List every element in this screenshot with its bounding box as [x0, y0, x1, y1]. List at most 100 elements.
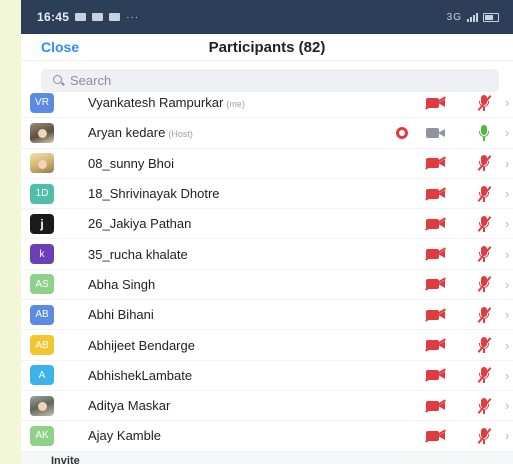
video-off-icon[interactable] [425, 247, 446, 261]
video-off-icon[interactable] [425, 368, 446, 382]
chevron-right-icon[interactable]: › [505, 368, 509, 383]
notification-icon [109, 13, 121, 21]
participant-row[interactable]: Aryan kedare (Host) › [21, 118, 513, 149]
chevron-right-icon[interactable]: › [505, 277, 509, 292]
mic-muted-icon[interactable] [476, 185, 492, 202]
participant-name-text: Abhijeet Bendarge [88, 337, 195, 353]
video-off-icon[interactable] [425, 338, 446, 352]
avatar [30, 153, 54, 174]
battery-icon [483, 12, 499, 22]
avatar: 1D [30, 183, 54, 204]
signal-icon [467, 12, 478, 22]
avatar: AB [30, 304, 54, 325]
search-icon [53, 75, 64, 86]
video-off-icon[interactable] [425, 429, 446, 443]
video-off-icon[interactable] [426, 127, 445, 138]
video-off-icon[interactable] [425, 398, 446, 413]
page-title: Participants (82) [208, 39, 326, 56]
participant-row[interactable]: AS Abha Singh › [21, 270, 513, 301]
participant-row[interactable]: A AbhishekLambate › [21, 361, 513, 391]
notification-icon [92, 13, 104, 21]
participant-name: 26_Jakiya Pathan [88, 216, 191, 231]
video-off-icon[interactable] [425, 308, 446, 322]
message-icon [75, 13, 87, 21]
avatar: j [30, 213, 54, 234]
chevron-right-icon[interactable]: › [505, 247, 509, 262]
video-off-icon[interactable] [425, 96, 446, 110]
chevron-right-icon[interactable]: › [505, 125, 509, 140]
chevron-right-icon[interactable]: › [505, 186, 509, 201]
chevron-right-icon[interactable]: › [505, 216, 509, 231]
participant-name-text: Abhi Bihani [88, 307, 154, 323]
mic-muted-icon[interactable] [476, 306, 492, 323]
avatar: VR [30, 92, 54, 113]
participant-name: Aditya Maskar [88, 398, 170, 413]
mic-muted-icon[interactable] [476, 215, 492, 232]
chevron-right-icon[interactable]: › [505, 156, 509, 171]
participant-name: Abhi Bihani [88, 307, 154, 322]
video-off-icon[interactable] [425, 186, 446, 201]
participant-name: Ajay Kamble [88, 428, 161, 443]
participant-row[interactable]: VR Vyankatesh Rampurkar (me) › [21, 88, 513, 119]
chevron-right-icon[interactable]: › [505, 428, 509, 443]
participant-name-text: Ajay Kamble [88, 428, 161, 444]
status-bar: 16:45 ··· 3G [21, 0, 513, 34]
participant-name-text: Vyankatesh Rampurkar [88, 95, 224, 111]
mic-muted-icon[interactable] [476, 246, 492, 263]
participant-row[interactable]: AK Ajay Kamble › [21, 421, 513, 452]
video-off-icon[interactable] [425, 156, 446, 170]
chevron-right-icon[interactable]: › [505, 307, 509, 322]
video-off-icon[interactable] [425, 277, 446, 292]
header-bar: Close Participants (82) [21, 34, 513, 61]
mic-muted-icon[interactable] [476, 94, 492, 111]
participant-name-text: 18_Shrivinayak Dhotre [88, 186, 220, 202]
participant-name: 35_rucha khalate [88, 247, 188, 262]
participant-row[interactable]: Aditya Maskar › [21, 391, 513, 422]
participant-role-tag: (me) [226, 99, 245, 110]
mic-muted-icon[interactable] [476, 427, 492, 444]
mic-on-icon[interactable] [476, 124, 492, 141]
mic-muted-icon[interactable] [476, 155, 492, 172]
mic-muted-icon[interactable] [476, 397, 492, 414]
participant-row[interactable]: AB Abhijeet Bendarge › [21, 330, 513, 361]
bottom-bar [21, 452, 513, 464]
participant-name-text: 08_sunny Bhoi [88, 155, 175, 171]
participant-name: AbhishekLambate [88, 368, 192, 383]
participant-row[interactable]: j 26_Jakiya Pathan › [21, 209, 513, 240]
participant-name: Abhijeet Bendarge [88, 338, 195, 353]
search-placeholder: Search [70, 73, 112, 88]
recording-icon [396, 126, 408, 139]
more-notifications: ··· [126, 11, 140, 23]
participant-name: Abha Singh [88, 277, 155, 292]
avatar: AB [30, 335, 54, 356]
participant-name: Aryan kedare (Host) [88, 125, 193, 140]
chevron-right-icon[interactable]: › [505, 338, 509, 353]
participant-row[interactable]: 1D 18_Shrivinayak Dhotre › [21, 179, 513, 210]
avatar: AS [30, 274, 54, 295]
participant-name-text: 35_rucha khalate [88, 246, 188, 262]
participant-name-text: Abha Singh [88, 276, 156, 292]
avatar [30, 395, 54, 416]
chevron-right-icon[interactable]: › [505, 398, 509, 413]
participant-row[interactable]: AB Abhi Bihani › [21, 300, 513, 331]
avatar: A [30, 365, 54, 386]
chevron-right-icon[interactable]: › [505, 95, 509, 110]
mic-muted-icon[interactable] [476, 367, 492, 384]
participant-name: Vyankatesh Rampurkar (me) [88, 95, 245, 110]
participant-name-text: 26_Jakiya Pathan [88, 216, 192, 232]
participant-name: 08_sunny Bhoi [88, 156, 174, 171]
participant-name-text: Aditya Maskar [88, 398, 171, 414]
avatar: k [30, 244, 54, 265]
participant-row[interactable]: 08_sunny Bhoi › [21, 149, 513, 179]
mic-muted-icon[interactable] [476, 337, 492, 354]
participant-name-text: Aryan kedare [88, 125, 166, 141]
video-off-icon[interactable] [425, 217, 446, 231]
participant-row[interactable]: k 35_rucha khalate › [21, 239, 513, 270]
phone-screen: 16:45 ··· 3G Close Participants (82) Sea… [21, 0, 513, 464]
status-time: 16:45 [37, 10, 70, 24]
participant-list: VR Vyankatesh Rampurkar (me) › Aryan kedare(… [21, 88, 513, 452]
participant-role-tag: (Host) [168, 129, 193, 140]
invite-button[interactable]: Invite [51, 455, 80, 464]
mic-muted-icon[interactable] [476, 276, 492, 293]
avatar [30, 122, 54, 143]
